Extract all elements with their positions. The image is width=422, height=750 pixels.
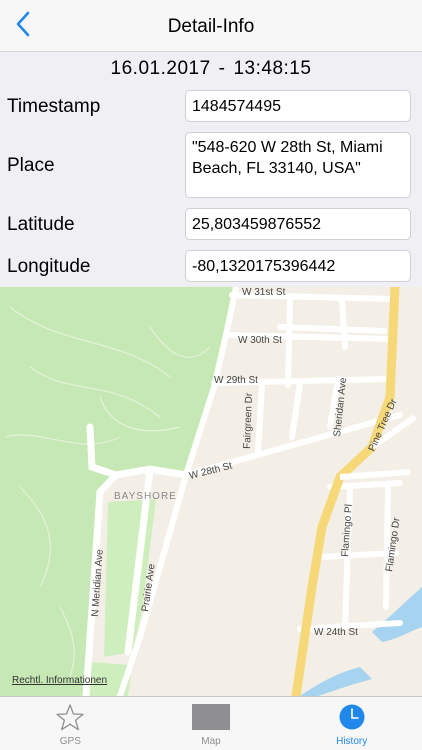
tab-map-label: Map [201, 736, 221, 747]
map-view[interactable]: W 31st St W 30th St W 29th St W 28th St … [0, 287, 422, 696]
legal-info-link[interactable]: Rechtl. Informationen [12, 675, 107, 686]
clock-icon [332, 703, 372, 731]
tab-history-label: History [336, 736, 368, 747]
label-w-24th-st: W 24th St [314, 627, 358, 638]
date-text: 16.01.2017 [110, 58, 211, 79]
label-w-30th-st: W 30th St [238, 335, 282, 346]
map-icon [191, 703, 231, 731]
tab-gps-label: GPS [59, 736, 81, 747]
timestamp-label: Timestamp [7, 96, 101, 117]
longitude-label: Longitude [7, 256, 91, 277]
tab-gps[interactable]: GPS [0, 697, 141, 750]
longitude-field[interactable]: -80,1320175396442 [185, 250, 411, 282]
tab-map[interactable]: Map [141, 697, 282, 750]
time-text: 13:48:15 [233, 58, 312, 79]
star-icon [50, 703, 90, 731]
navigation-bar: Detail-Info [0, 0, 422, 52]
tab-bar: GPS Map History [0, 696, 422, 750]
tab-history[interactable]: History [281, 697, 422, 750]
label-fairgreen-dr: Fairgreen Dr [242, 392, 255, 449]
label-bayshore: BAYSHORE [114, 491, 177, 502]
place-label: Place [7, 155, 55, 176]
label-w-29th-st: W 29th St [214, 375, 258, 386]
map-canvas: W 31st St W 30th St W 29th St W 28th St … [0, 287, 422, 696]
datetime-separator: - [218, 58, 226, 79]
place-field[interactable]: "548-620 W 28th St, Miami Beach, FL 3314… [185, 132, 411, 198]
page-title: Detail-Info [167, 16, 255, 37]
label-w-31st-st: W 31st St [242, 287, 286, 298]
datetime-header: 16.01.2017-13:48:15 [0, 58, 422, 80]
timestamp-field[interactable]: 1484574495 [185, 90, 411, 122]
latitude-field[interactable]: 25,803459876552 [185, 208, 411, 240]
latitude-label: Latitude [7, 214, 75, 235]
